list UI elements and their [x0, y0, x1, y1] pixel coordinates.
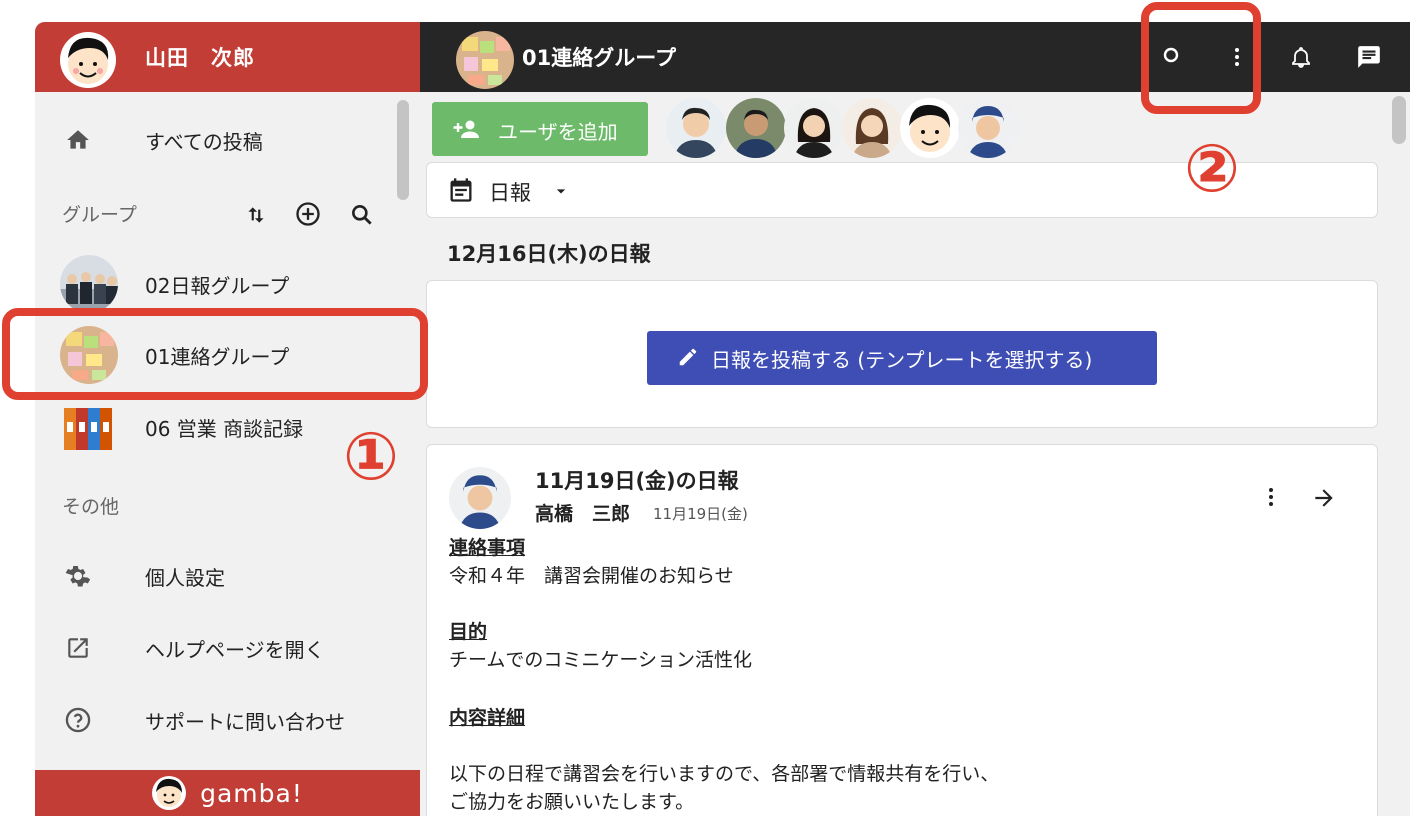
add-user-button[interactable]: ユーザを追加 — [432, 102, 648, 156]
calendar-icon — [447, 176, 475, 208]
entry-author: 高橋 三郎 — [535, 503, 631, 525]
gear-icon — [63, 561, 93, 591]
nav-settings-label: 個人設定 — [145, 565, 225, 590]
main-content: ユーザを追加 日報 12月16日(木)の日報 日報を投稿する (テンプレートを選… — [420, 92, 1410, 816]
user-name: 山田 次郎 — [145, 46, 255, 70]
author-avatar[interactable] — [449, 467, 511, 529]
member-avatar[interactable] — [726, 98, 786, 158]
groups-section-label: グループ — [62, 204, 137, 226]
section-text: ご協力をお願いいたします。 — [449, 791, 695, 813]
report-filter-label: 日報 — [489, 181, 531, 205]
section-text: チームでのコミニケーション活性化 — [449, 649, 753, 671]
section-heading: 目的 — [449, 621, 488, 643]
section-text: 令和４年 講習会開催のお知らせ — [449, 565, 734, 587]
post-report-button[interactable]: 日報を投稿する (テンプレートを選択する) — [647, 331, 1157, 385]
highlight-group-01 — [2, 308, 428, 400]
brand-logo-icon — [152, 776, 187, 810]
section-heading: 内容詳細 — [449, 707, 526, 729]
annotation-one: ① — [343, 418, 399, 495]
post-report-card: 日報を投稿する (テンプレートを選択する) — [426, 280, 1378, 428]
group-title: 01連絡グループ — [522, 46, 676, 70]
other-section-label: その他 — [62, 496, 120, 518]
brand-name: gamba! — [200, 778, 303, 808]
more-vert-icon[interactable] — [1259, 485, 1283, 513]
add-user-label: ユーザを追加 — [498, 120, 618, 144]
avatar — [60, 32, 116, 88]
nav-support-label: サポートに問い合わせ — [145, 709, 345, 734]
group-02-label: 02日報グループ — [145, 273, 290, 298]
open-external-icon — [63, 633, 93, 663]
brand-footer: gamba! — [35, 770, 420, 816]
sort-icon[interactable] — [243, 202, 269, 228]
bell-icon[interactable] — [1288, 44, 1314, 70]
home-icon — [63, 125, 93, 155]
person-add-icon — [452, 116, 482, 147]
nav-all-posts-label: すべての投稿 — [145, 129, 263, 154]
section-heading: 連絡事項 — [449, 537, 526, 559]
entry-title: 11月19日(金)の日報 — [535, 469, 739, 493]
member-avatar[interactable] — [666, 98, 726, 158]
member-avatar[interactable] — [784, 98, 844, 158]
member-avatar[interactable] — [958, 98, 1018, 158]
dropdown-arrow-icon — [551, 181, 571, 205]
entry-date: 11月19日(金) — [653, 505, 748, 523]
today-report-heading: 12月16日(木)の日報 — [447, 242, 651, 266]
main-scrollbar[interactable] — [1392, 96, 1406, 144]
group-02-avatar — [60, 255, 118, 313]
annotation-two: ② — [1184, 130, 1240, 207]
nav-support[interactable]: サポートに問い合わせ — [35, 690, 405, 750]
group-06-avatar — [60, 398, 118, 456]
help-circle-icon — [63, 705, 93, 735]
pencil-icon — [677, 346, 699, 373]
sidebar-scrollbar[interactable] — [397, 100, 409, 200]
highlight-more-menu — [1141, 2, 1261, 114]
post-report-label: 日報を投稿する (テンプレートを選択する) — [711, 348, 1093, 372]
user-header[interactable]: 山田 次郎 — [35, 22, 420, 92]
group-header: 01連絡グループ — [420, 22, 1410, 92]
nav-settings[interactable]: 個人設定 — [35, 546, 405, 606]
group-avatar — [456, 31, 514, 89]
member-avatar[interactable] — [842, 98, 902, 158]
nav-help[interactable]: ヘルプページを開く — [35, 618, 405, 678]
add-group-icon[interactable] — [294, 200, 322, 228]
nav-all-posts[interactable]: すべての投稿 — [35, 110, 405, 170]
sidebar-item-group-02[interactable]: 02日報グループ — [35, 254, 405, 314]
section-text: 以下の日程で講習会を行いますので、各部署で情報共有を行い、 — [449, 763, 1000, 785]
group-06-label: 06 営業 商談記録 — [145, 416, 304, 441]
arrow-forward-icon[interactable] — [1311, 485, 1337, 515]
search-icon[interactable] — [349, 202, 375, 228]
report-entry: 11月19日(金)の日報 高橋 三郎 11月19日(金) 連絡事項 令和４年 講… — [426, 444, 1378, 816]
message-icon[interactable] — [1356, 44, 1382, 70]
nav-help-label: ヘルプページを開く — [145, 637, 325, 662]
member-avatar[interactable] — [900, 98, 960, 158]
